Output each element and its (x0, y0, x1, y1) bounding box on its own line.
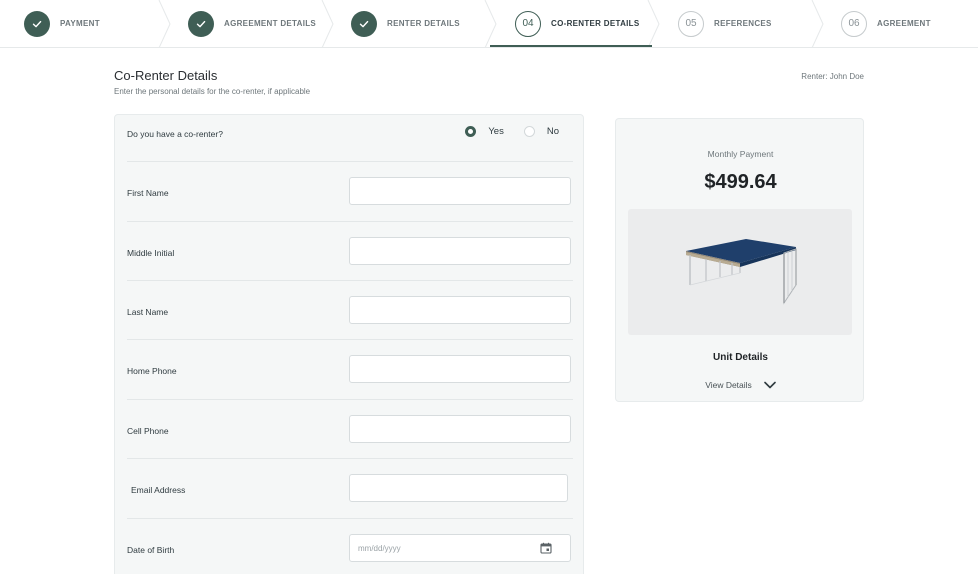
step-label: PAYMENT (60, 19, 100, 28)
chevron-down-icon[interactable] (764, 381, 776, 389)
middle-initial-input[interactable] (349, 237, 571, 265)
home-phone-row: Home Phone (127, 340, 573, 400)
step-label: CO-RENTER DETAILS (551, 19, 640, 28)
radio-no-dot[interactable] (523, 126, 535, 137)
view-details-label[interactable]: View Details (705, 380, 752, 390)
middle-initial-label: Middle Initial (127, 248, 175, 258)
step-number: 04 (515, 10, 541, 37)
step-separator (321, 0, 334, 48)
calendar-icon[interactable] (540, 542, 552, 554)
cell-phone-label: Cell Phone (127, 426, 169, 436)
first-name-label: First Name (127, 188, 169, 198)
step-label: RENTER DETAILS (387, 19, 460, 28)
renter-name: Renter: John Doe (801, 72, 864, 81)
step-separator (647, 0, 660, 48)
view-details-toggle[interactable]: View Details (616, 380, 865, 390)
last-name-row: Last Name (127, 281, 573, 340)
email-label: Email Address (131, 485, 186, 495)
cell-phone-row: Cell Phone (127, 400, 573, 459)
date-placeholder: mm/dd/yyyy (358, 544, 401, 553)
monthly-payment-label: Monthly Payment (707, 149, 774, 159)
unit-image (628, 209, 852, 335)
page-subtitle: Enter the personal details for the co-re… (114, 87, 311, 96)
cell-phone-input[interactable] (349, 415, 571, 443)
step-agreement[interactable]: 06 AGREEMENT (841, 0, 931, 47)
step-separator (158, 0, 171, 48)
step-payment[interactable]: PAYMENT (24, 0, 100, 47)
check-icon (188, 10, 214, 37)
co-renter-question: Do you have a co-renter? (127, 129, 223, 139)
date-of-birth-label: Date of Birth (127, 545, 175, 555)
first-name-row: First Name (127, 162, 573, 222)
step-co-renter-details[interactable]: 04 CO-RENTER DETAILS (515, 0, 640, 47)
email-input[interactable] (349, 474, 568, 502)
middle-initial-row: Middle Initial (127, 222, 573, 281)
co-renter-question-row: Do you have a co-renter? Yes No (127, 115, 573, 162)
step-number: 05 (678, 10, 704, 37)
last-name-label: Last Name (127, 307, 169, 317)
step-renter-details[interactable]: RENTER DETAILS (351, 0, 460, 47)
step-agreement-details[interactable]: AGREEMENT DETAILS (188, 0, 316, 47)
step-number: 06 (841, 10, 867, 37)
date-of-birth-input[interactable]: mm/dd/yyyy (349, 534, 571, 562)
carport-illustration (686, 239, 797, 305)
first-name-input[interactable] (349, 177, 571, 205)
home-phone-input[interactable] (349, 355, 571, 383)
unit-details-title: Unit Details (712, 352, 768, 363)
step-label: AGREEMENT DETAILS (224, 19, 317, 28)
payment-summary-card: Monthly Payment $499.64 Unit Details Vie… (615, 118, 864, 402)
co-renter-radio-group: Yes No (445, 126, 559, 137)
check-icon (24, 10, 50, 37)
active-step-indicator (490, 45, 652, 47)
last-name-input[interactable] (349, 296, 571, 324)
radio-no-label[interactable]: No (547, 126, 559, 137)
co-renter-form: Do you have a co-renter? Yes No First Na… (114, 114, 584, 574)
step-label: AGREEMENT (877, 19, 931, 28)
home-phone-label: Home Phone (127, 366, 177, 376)
radio-yes[interactable]: Yes (465, 126, 504, 137)
radio-yes-label[interactable]: Yes (488, 126, 504, 137)
step-separator (811, 0, 824, 48)
step-separator (484, 0, 497, 48)
date-of-birth-row: Date of Birth mm/dd/yyyy (127, 519, 573, 574)
check-icon (351, 10, 377, 37)
page-title: Co-Renter Details (114, 68, 218, 83)
radio-yes-dot[interactable] (465, 126, 477, 137)
radio-no[interactable]: No (523, 126, 559, 137)
step-label: REFERENCES (714, 19, 772, 28)
step-references[interactable]: 05 REFERENCES (678, 0, 772, 47)
email-row: Email Address (127, 459, 573, 519)
monthly-payment-amount: $499.64 (704, 171, 777, 193)
progress-stepper: PAYMENT AGREEMENT DETAILS RENTER DETAILS… (0, 0, 978, 48)
